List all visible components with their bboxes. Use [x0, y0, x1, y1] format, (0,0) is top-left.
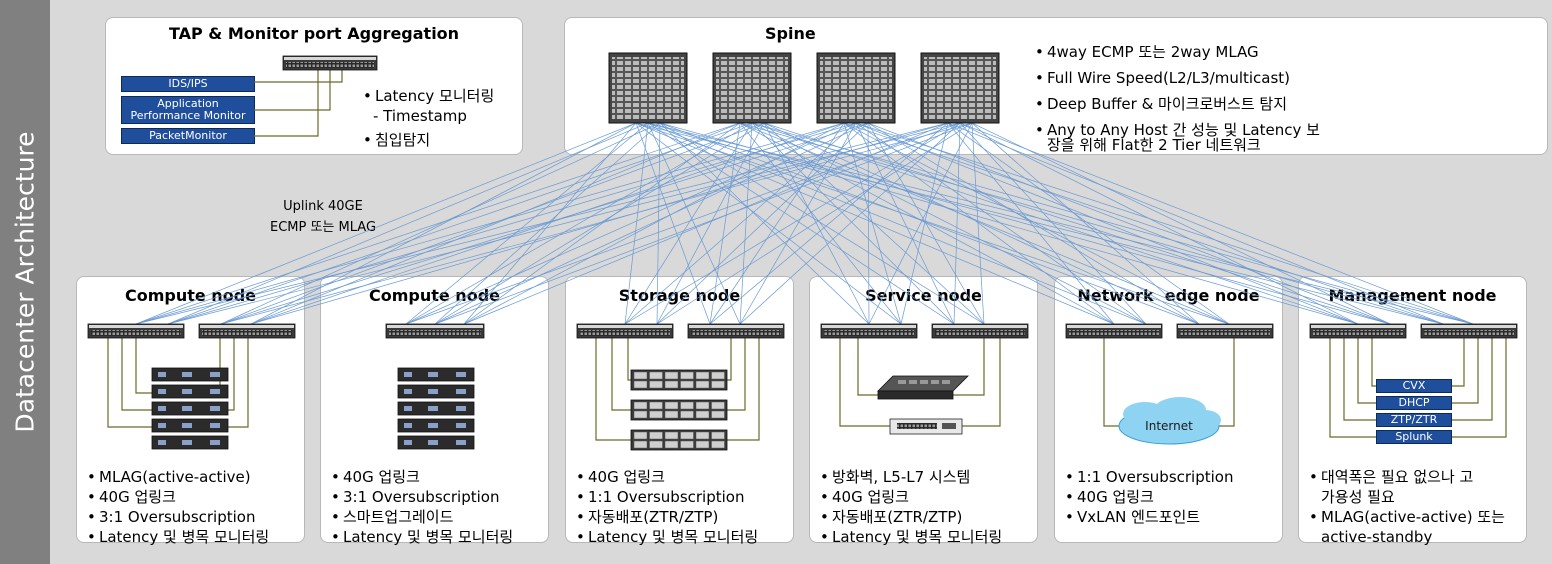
node-bullet: 자동배포(ZTR/ZTP): [820, 507, 1002, 527]
tap-bullets-2: 침입탐지: [363, 130, 430, 150]
node-bullet: 3:1 Oversubscription: [87, 507, 269, 527]
node-bullet: Latency 및 병목 모니터링: [87, 527, 269, 547]
spine-bullets: 4way ECMP 또는 2way MLAG Full Wire Speed(L…: [1035, 39, 1320, 139]
spine-bullet-cont: 장을 위해 Flat한 2 Tier 네트워크: [1047, 136, 1261, 154]
node-bullet: 자동배포(ZTR/ZTP): [576, 507, 758, 527]
node-bullets: 40G 업링크 3:1 Oversubscription 스마트업그레이드 La…: [331, 467, 513, 547]
node-title: Service node: [865, 286, 982, 305]
node-bullet: MLAG(active-active) 또는: [1309, 507, 1505, 527]
node-bullet: VxLAN 엔드포인트: [1065, 507, 1233, 527]
node-title: Storage node: [618, 286, 741, 305]
node-title: Compute node: [124, 286, 256, 305]
mgmt-service-ztp: ZTP/ZTR: [1376, 413, 1452, 427]
mgmt-service-dhcp: DHCP: [1376, 396, 1452, 410]
node-bullets-2: MLAG(active-active) 또는: [1309, 507, 1505, 527]
node-bullet: Latency 및 병목 모니터링: [331, 527, 513, 547]
node-bullets: MLAG(active-active) 40G 업링크 3:1 Oversubs…: [87, 467, 269, 547]
node-panel-compute-1: Compute node MLAG(active-active) 40G 업링크…: [76, 276, 305, 547]
uplink-label: Uplink 40GE ECMP 또는 MLAG: [258, 196, 388, 238]
node-bullet-cont: active-standby: [1321, 528, 1433, 546]
node-bullet: Latency 및 병목 모니터링: [576, 527, 758, 547]
tool-packet-monitor: PacketMonitor: [121, 128, 255, 144]
node-panel-network-edge: Network edge node 1:1 Oversubscription 4…: [1054, 276, 1283, 543]
node-bullet: 1:1 Oversubscription: [1065, 467, 1233, 487]
tool-apm: Application Performance Monitor: [121, 96, 255, 124]
node-bullet: 1:1 Oversubscription: [576, 487, 758, 507]
sidebar-title: Datacenter Architecture: [10, 131, 40, 433]
spine-title: Spine: [765, 24, 816, 43]
mgmt-service-cvx: CVX: [1376, 379, 1452, 393]
node-bullet: 40G 업링크: [576, 467, 758, 487]
node-bullet-cont: 가용성 필요: [1321, 488, 1395, 506]
node-bullets: 방화벽, L5-L7 시스템 40G 업링크 자동배포(ZTR/ZTP) Lat…: [820, 467, 1002, 547]
node-bullet: 스마트업그레이드: [331, 507, 513, 527]
node-bullets: 1:1 Oversubscription 40G 업링크 VxLAN 엔드포인트: [1065, 467, 1233, 527]
node-panel-service: Service node 방화벽, L5-L7 시스템 40G 업링크 자동배포…: [809, 276, 1038, 547]
sidebar: Datacenter Architecture: [0, 0, 50, 564]
node-panel-compute-2: Compute node 40G 업링크 3:1 Oversubscriptio…: [320, 276, 549, 547]
node-bullet: Latency 및 병목 모니터링: [820, 527, 1002, 547]
node-title: Network edge node: [1077, 286, 1260, 305]
node-bullet: 대역폭은 필요 없으나 고: [1309, 467, 1473, 487]
node-panel-storage: Storage node 40G 업링크 1:1 Oversubscriptio…: [565, 276, 794, 547]
node-bullet: 40G 업링크: [87, 487, 269, 507]
node-title: Compute node: [368, 286, 500, 305]
node-bullet: 방화벽, L5-L7 시스템: [820, 467, 1002, 487]
uplink-line-2: ECMP 또는 MLAG: [269, 220, 377, 235]
tap-bullets: Latency 모니터링: [363, 86, 494, 106]
spine-bullet: Full Wire Speed(L2/L3/multicast): [1035, 65, 1320, 91]
node-bullet: 40G 업링크: [331, 467, 513, 487]
node-bullet: 40G 업링크: [1065, 487, 1233, 507]
spine-panel: Spine 4way ECMP 또는 2way MLAG Full Wire S…: [564, 17, 1548, 155]
tap-panel: TAP & Monitor port Aggregation IDS/IPS A…: [105, 17, 523, 155]
node-title: Management node: [1328, 286, 1497, 305]
tap-sub-bullet: - Timestamp: [373, 107, 467, 125]
tap-title: TAP & Monitor port Aggregation: [168, 24, 460, 43]
tap-bullet: Latency 모니터링: [363, 86, 494, 106]
node-bullet: 3:1 Oversubscription: [331, 487, 513, 507]
spine-bullet: Deep Buffer & 마이크로버스트 탐지: [1035, 91, 1320, 117]
mgmt-service-splunk: Splunk: [1376, 430, 1452, 444]
tap-bullet: 침입탐지: [363, 130, 430, 150]
node-bullets: 40G 업링크 1:1 Oversubscription 자동배포(ZTR/ZT…: [576, 467, 758, 547]
uplink-line-1: Uplink 40GE: [283, 199, 363, 214]
node-bullet: MLAG(active-active): [87, 467, 269, 487]
node-bullet: 40G 업링크: [820, 487, 1002, 507]
spine-bullet: 4way ECMP 또는 2way MLAG: [1035, 39, 1320, 65]
node-bullets: 대역폭은 필요 없으나 고: [1309, 467, 1473, 487]
tool-ids-ips: IDS/IPS: [121, 76, 255, 92]
